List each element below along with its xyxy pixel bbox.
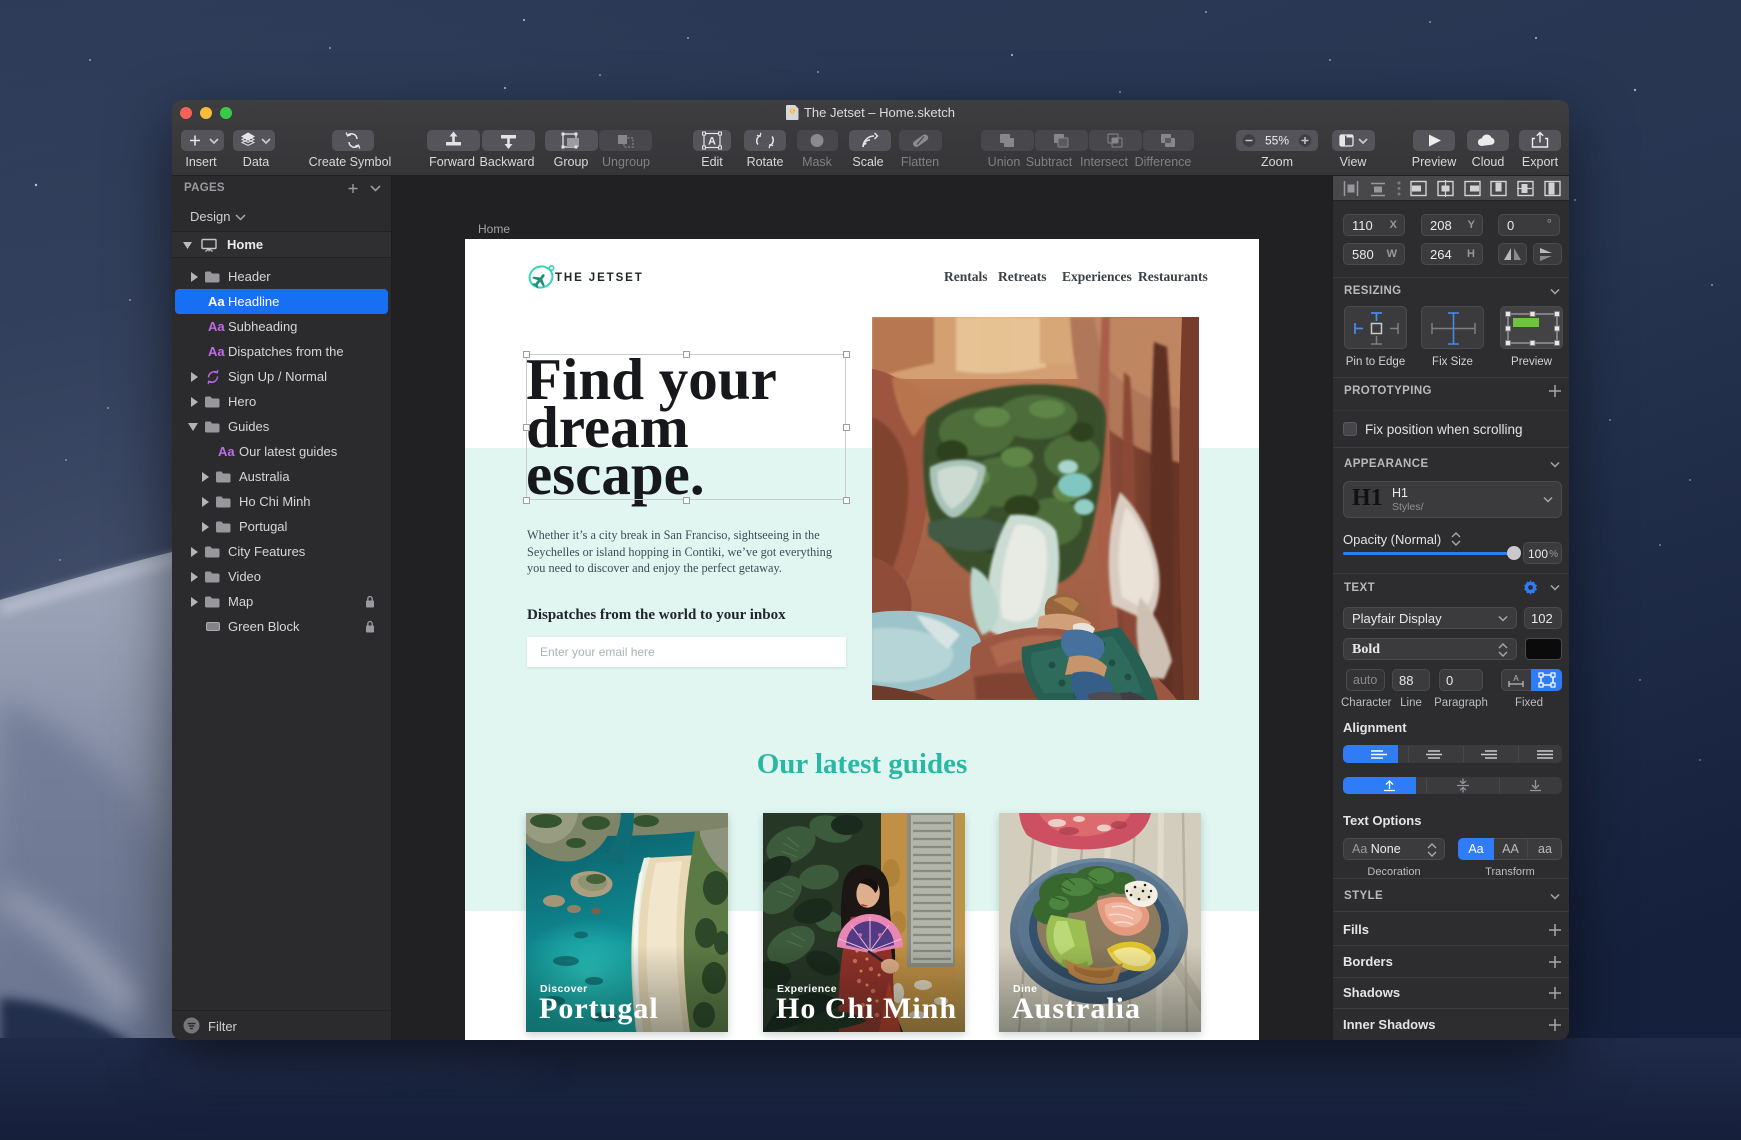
svg-text:A: A: [1513, 674, 1519, 683]
svg-text:A: A: [708, 136, 716, 148]
svg-text:55%: 55%: [1265, 134, 1289, 148]
